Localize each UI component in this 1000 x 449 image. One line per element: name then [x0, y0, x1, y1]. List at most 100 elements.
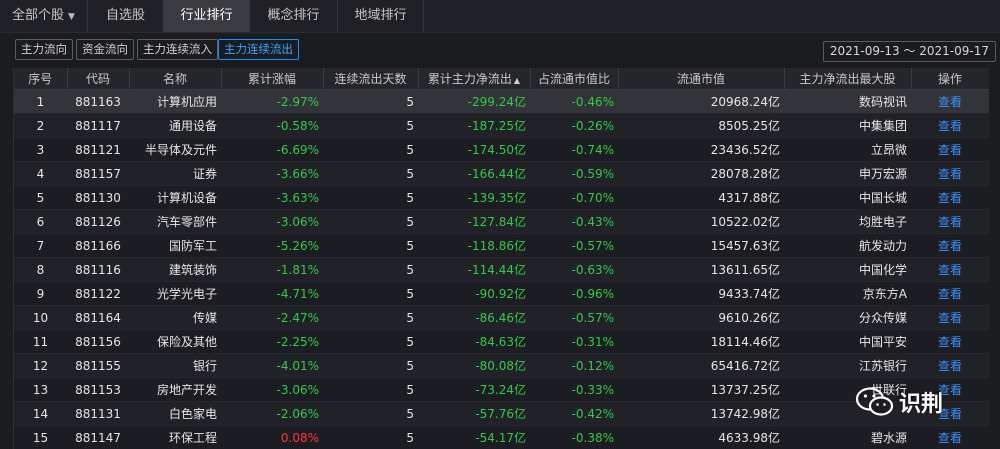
cell-outflow-days: 5: [323, 377, 418, 402]
filter-consecutive-outflow-button[interactable]: 主力连续流出: [218, 39, 299, 60]
view-link[interactable]: 查看: [911, 329, 989, 354]
cell-name: 汽车零部件: [129, 209, 221, 234]
cell-top-outflow-stock: 分众传媒: [784, 305, 911, 330]
cell-top-outflow-stock: 中国平安: [784, 329, 911, 354]
table-row[interactable]: 10 881164 传媒 -2.47% 5 -86.46亿 -0.57% 9610.26亿 分众…: [14, 305, 989, 330]
view-link[interactable]: 查看: [911, 161, 989, 186]
cell-cumulative-outflow: -174.50亿: [418, 137, 530, 162]
cell-index: 10: [14, 305, 67, 330]
cell-float-mcap: 9433.74亿: [618, 281, 784, 306]
cell-cumulative-outflow: -187.25亿: [418, 113, 530, 138]
table-row[interactable]: 6 881126 汽车零部件 -3.06% 5 -127.84亿 -0.43% 10522.0…: [14, 209, 989, 234]
tab-label: 全部个股: [12, 8, 65, 23]
cell-top-outflow-stock: 立昂微: [784, 137, 911, 162]
tab-industry-ranking[interactable]: 行业排行: [164, 0, 250, 32]
cell-top-outflow-stock: 航发动力: [784, 233, 911, 258]
cell-cumulative-change: -2.97%: [221, 89, 323, 114]
cell-top-outflow-stock: 中国长城: [784, 185, 911, 210]
cell-cumulative-change: -0.58%: [221, 113, 323, 138]
cell-cumulative-outflow: -84.63亿: [418, 329, 530, 354]
cell-index: 2: [14, 113, 67, 138]
cell-cumulative-outflow: -54.17亿: [418, 425, 530, 449]
table-row[interactable]: 9 881122 光学光电子 -4.71% 5 -90.92亿 -0.96% 9433.74亿…: [14, 281, 989, 306]
view-link[interactable]: 查看: [911, 113, 989, 138]
cell-cumulative-change: -4.71%: [221, 281, 323, 306]
cell-cumulative-change: -5.26%: [221, 233, 323, 258]
cell-float-mcap: 20968.24亿: [618, 89, 784, 114]
column-header-top-outflow-stock[interactable]: 主力净流出最大股: [784, 68, 912, 90]
filter-bar: 主力流向 资金流向 主力连续流入 主力连续流出 2021-09-13 ～ 202…: [0, 32, 1000, 68]
table-row[interactable]: 13 881153 房地产开发 -3.06% 5 -73.24亿 -0.33% 13737.2…: [14, 377, 989, 402]
table-row[interactable]: 1 881163 计算机应用 -2.97% 5 -299.24亿 -0.46% 20968.2…: [14, 89, 989, 114]
cell-mcap-ratio: -0.43%: [530, 209, 618, 234]
table-row[interactable]: 3 881121 半导体及元件 -6.69% 5 -174.50亿 -0.74% 23436.…: [14, 137, 989, 162]
cell-cumulative-change: -6.69%: [221, 137, 323, 162]
cell-cumulative-outflow: -90.92亿: [418, 281, 530, 306]
view-link[interactable]: 查看: [911, 233, 989, 258]
cell-name: 通用设备: [129, 113, 221, 138]
sort-ascending-icon: ▲: [513, 76, 521, 85]
table-row[interactable]: 2 881117 通用设备 -0.58% 5 -187.25亿 -0.26% 8505.25亿…: [14, 113, 989, 138]
cell-index: 1: [14, 89, 67, 114]
cell-outflow-days: 5: [323, 233, 418, 258]
cell-mcap-ratio: -0.42%: [530, 401, 618, 426]
cell-code: 881117: [67, 113, 129, 138]
cell-float-mcap: 13737.25亿: [618, 377, 784, 402]
view-link[interactable]: 查看: [911, 209, 989, 234]
column-header-name[interactable]: 名称: [129, 68, 222, 90]
cell-code: 881157: [67, 161, 129, 186]
cell-float-mcap: 10522.02亿: [618, 209, 784, 234]
table-row[interactable]: 4 881157 证券 -3.66% 5 -166.44亿 -0.59% 28078.28亿申…: [14, 161, 989, 186]
view-link[interactable]: 查看: [911, 281, 989, 306]
cell-float-mcap: 4317.88亿: [618, 185, 784, 210]
view-link[interactable]: 查看: [911, 137, 989, 162]
column-header-mcap-ratio[interactable]: 占流通市值比: [530, 68, 619, 90]
view-link[interactable]: 查看: [911, 425, 989, 449]
filter-main-flow-button[interactable]: 主力流向: [15, 39, 73, 60]
cell-top-outflow-stock: 京东方A: [784, 281, 911, 306]
table-row[interactable]: 11 881156 保险及其他 -2.25% 5 -84.63亿 -0.31% 18114.4…: [14, 329, 989, 354]
cell-cumulative-outflow: -118.86亿: [418, 233, 530, 258]
cell-index: 8: [14, 257, 67, 282]
column-header-action: 操作: [911, 68, 989, 90]
tab-concept-ranking[interactable]: 概念排行: [250, 0, 338, 32]
filter-consecutive-inflow-button[interactable]: 主力连续流入: [137, 39, 218, 60]
view-link[interactable]: 查看: [911, 353, 989, 378]
tab-all-stocks[interactable]: 全部个股 ▼: [0, 0, 88, 32]
filter-capital-flow-button[interactable]: 资金流向: [76, 39, 134, 60]
column-header-cumulative-change[interactable]: 累计涨幅: [221, 68, 324, 90]
table-row[interactable]: 8 881116 建筑装饰 -1.81% 5 -114.44亿 -0.63% 13611.65…: [14, 257, 989, 282]
tab-watchlist[interactable]: 自选股: [88, 0, 164, 32]
column-header-cumulative-outflow[interactable]: 累计主力净流出 ▲: [418, 68, 531, 90]
cell-name: 房地产开发: [129, 377, 221, 402]
view-link[interactable]: 查看: [911, 257, 989, 282]
column-header-outflow-days[interactable]: 连续流出天数: [323, 68, 419, 90]
cell-name: 传媒: [129, 305, 221, 330]
table-row[interactable]: 15 881147 环保工程 0.08% 5 -54.17亿 -0.38% 4633.98亿碧…: [14, 425, 989, 449]
table-row[interactable]: 14 881131 白色家电 -2.06% 5 -57.76亿 -0.42% 13742.98…: [14, 401, 989, 426]
column-header-index[interactable]: 序号: [14, 68, 68, 90]
cell-name: 计算机应用: [129, 89, 221, 114]
cell-mcap-ratio: -0.70%: [530, 185, 618, 210]
view-link[interactable]: 查看: [911, 305, 989, 330]
table-row[interactable]: 5 881130 计算机设备 -3.63% 5 -139.35亿 -0.70% 4317.88…: [14, 185, 989, 210]
cell-code: 881153: [67, 377, 129, 402]
column-header-float-mcap[interactable]: 流通市值: [618, 68, 785, 90]
cell-cumulative-outflow: -299.24亿: [418, 89, 530, 114]
table-row[interactable]: 7 881166 国防军工 -5.26% 5 -118.86亿 -0.57% 15457.63…: [14, 233, 989, 258]
top-tab-bar: 全部个股 ▼ 自选股 行业排行 概念排行 地域排行: [0, 0, 1000, 33]
date-range-picker[interactable]: 2021-09-13 ～ 2021-09-17: [822, 41, 996, 62]
cell-mcap-ratio: -0.96%: [530, 281, 618, 306]
cell-top-outflow-stock: 江苏银行: [784, 353, 911, 378]
column-header-code[interactable]: 代码: [67, 68, 130, 90]
cell-code: 881155: [67, 353, 129, 378]
cell-outflow-days: 5: [323, 161, 418, 186]
tab-region-ranking[interactable]: 地域排行: [338, 0, 424, 32]
cell-cumulative-change: -3.06%: [221, 377, 323, 402]
cell-cumulative-outflow: -166.44亿: [418, 161, 530, 186]
cell-outflow-days: 5: [323, 209, 418, 234]
view-link[interactable]: 查看: [911, 185, 989, 210]
cell-index: 6: [14, 209, 67, 234]
view-link[interactable]: 查看: [911, 89, 989, 114]
table-row[interactable]: 12 881155 银行 -4.01% 5 -80.08亿 -0.12% 65416.72亿江…: [14, 353, 989, 378]
